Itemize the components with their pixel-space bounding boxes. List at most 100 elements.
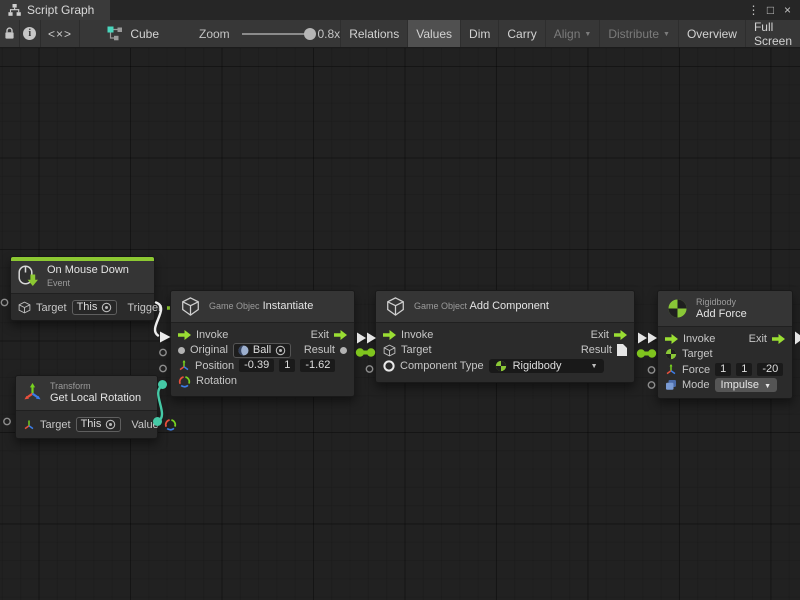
lock-button[interactable] <box>0 20 19 47</box>
value-label: Value <box>131 419 158 431</box>
mode-label: Mode <box>682 379 710 391</box>
node-header[interactable]: Transform Get Local Rotation <box>16 376 157 411</box>
menu-kebab-icon[interactable]: ⋮ <box>745 0 762 20</box>
node-body: Invoke Exit Original Ball Re <box>171 323 354 396</box>
mode-dropdown[interactable]: Impulse ▼ <box>715 378 777 392</box>
result-label: Result <box>581 344 612 356</box>
node-header[interactable]: Game Object Add Component <box>376 291 634 323</box>
component-type-label: Component Type <box>400 360 484 372</box>
flow-arrow-icon[interactable] <box>383 330 396 340</box>
gameobject-icon <box>385 296 406 317</box>
flow-arrow-icon[interactable] <box>334 330 347 340</box>
chevron-down-icon: ▼ <box>591 363 598 370</box>
object-picker-icon[interactable] <box>105 419 116 430</box>
zoom-slider-handle[interactable] <box>304 28 316 40</box>
chevron-down-icon: ▼ <box>584 31 591 38</box>
toolbar-button-group: Relations Values Dim Carry Align▼ Distri… <box>340 20 800 47</box>
vector3-icon[interactable] <box>665 364 677 376</box>
node-kind: Game Objec <box>209 301 260 311</box>
component-type-dropdown[interactable]: Rigidbody ▼ <box>489 359 604 373</box>
value-port-icon[interactable] <box>340 347 347 354</box>
maximize-icon[interactable]: □ <box>762 0 779 20</box>
node-header[interactable]: Rigidbody Add Force <box>658 291 792 327</box>
node-title: Add Component <box>469 300 549 312</box>
graph-reference[interactable]: Cube <box>107 26 159 41</box>
target-value-field[interactable]: This <box>76 417 122 432</box>
component-type-row: Component Type Rigidbody ▼ <box>376 358 634 374</box>
info-button[interactable]: i <box>20 20 40 47</box>
node-header[interactable]: On Mouse Down Event <box>11 261 154 294</box>
zoom-slider[interactable] <box>242 27 310 41</box>
title-bar: Script Graph ⋮ □ × <box>0 0 800 20</box>
tab-script-graph[interactable]: Script Graph <box>0 0 110 20</box>
node-title: Get Local Rotation <box>50 392 141 404</box>
port-addc-componenttype <box>366 366 372 372</box>
values-button[interactable]: Values <box>407 20 460 47</box>
value-connection-result-target-2[interactable] <box>637 349 656 357</box>
component-result-icon[interactable] <box>617 344 627 356</box>
dim-button[interactable]: Dim <box>460 20 498 47</box>
rigidbody-icon <box>667 298 688 319</box>
exec-connection-instantiate-addcomponent[interactable] <box>357 333 376 344</box>
quaternion-icon[interactable] <box>178 375 191 388</box>
distribute-button[interactable]: Distribute▼ <box>599 20 678 47</box>
flow-arrow-icon[interactable] <box>178 330 191 340</box>
position-z-field[interactable]: -1.62 <box>300 359 335 372</box>
align-button[interactable]: Align▼ <box>545 20 600 47</box>
object-picker-icon[interactable] <box>101 302 112 313</box>
node-on-mouse-down[interactable]: On Mouse Down Event Target This Trigger <box>10 256 155 321</box>
node-get-local-rotation[interactable]: Transform Get Local Rotation Target This… <box>15 375 158 439</box>
force-x-field[interactable]: 1 <box>715 363 731 376</box>
full-screen-button[interactable]: Full Screen <box>745 20 800 47</box>
graph-canvas[interactable]: On Mouse Down Event Target This Trigger <box>0 48 800 600</box>
overview-button[interactable]: Overview <box>678 20 745 47</box>
target-value-field[interactable]: This <box>72 300 118 315</box>
carry-button[interactable]: Carry <box>498 20 544 47</box>
original-object-field[interactable]: Ball <box>233 343 291 358</box>
flow-arrow-icon[interactable] <box>772 334 785 344</box>
flow-arrow-icon[interactable] <box>614 330 627 340</box>
exec-connection-addcomponent-addforce[interactable] <box>638 333 657 344</box>
value-connection-result-target[interactable] <box>356 348 375 356</box>
invoke-exit-row: Invoke Exit <box>376 327 634 343</box>
close-icon[interactable]: × <box>779 0 796 20</box>
node-kind: Game Object <box>414 301 467 311</box>
exit-label: Exit <box>311 329 329 341</box>
invoke-label: Invoke <box>196 329 228 341</box>
zoom-label: Zoom <box>199 27 230 41</box>
position-x-field[interactable]: -0.39 <box>239 359 274 372</box>
code-view-button[interactable]: <×> <box>41 20 80 47</box>
vector3-icon[interactable] <box>178 360 190 372</box>
toolbar-divider <box>79 20 80 47</box>
exec-port-clipped[interactable] <box>795 332 800 345</box>
node-instantiate[interactable]: Game Objec Instantiate Invoke Exit Origi… <box>170 290 355 397</box>
force-y-field[interactable]: 1 <box>736 363 752 376</box>
force-label: Force <box>682 364 710 376</box>
original-result-row: Original Ball Result <box>171 343 354 359</box>
quaternion-icon[interactable] <box>164 418 177 431</box>
window-controls: ⋮ □ × <box>745 0 800 20</box>
invoke-exit-row: Invoke Exit <box>658 331 792 347</box>
type-port-icon[interactable] <box>383 360 395 372</box>
node-add-force[interactable]: Rigidbody Add Force Invoke Exit Target <box>657 290 793 399</box>
port-inst-position <box>160 365 166 371</box>
value-port-icon[interactable] <box>178 347 185 354</box>
node-add-component[interactable]: Game Object Add Component Invoke Exit Ta… <box>375 290 635 383</box>
node-body: Target This Trigger <box>11 294 154 320</box>
object-picker-icon[interactable] <box>275 345 286 356</box>
flow-arrow-icon[interactable] <box>665 334 678 344</box>
node-body: Invoke Exit Target Force 1 1 -20 <box>658 327 792 398</box>
gameobject-icon <box>18 301 31 314</box>
mouse-down-icon <box>18 265 39 288</box>
node-kind: Event <box>47 278 70 288</box>
node-body: Target This Value <box>16 411 157 438</box>
force-z-field[interactable]: -20 <box>757 363 783 376</box>
relations-button[interactable]: Relations <box>340 20 407 47</box>
target-value-row: Target This Value <box>16 415 157 434</box>
info-icon: i <box>23 27 36 40</box>
node-body: Invoke Exit Target Result <box>376 323 634 382</box>
original-label: Original <box>190 344 228 356</box>
chevron-down-icon: ▼ <box>663 31 670 38</box>
node-header[interactable]: Game Objec Instantiate <box>171 291 354 323</box>
position-y-field[interactable]: 1 <box>279 359 295 372</box>
